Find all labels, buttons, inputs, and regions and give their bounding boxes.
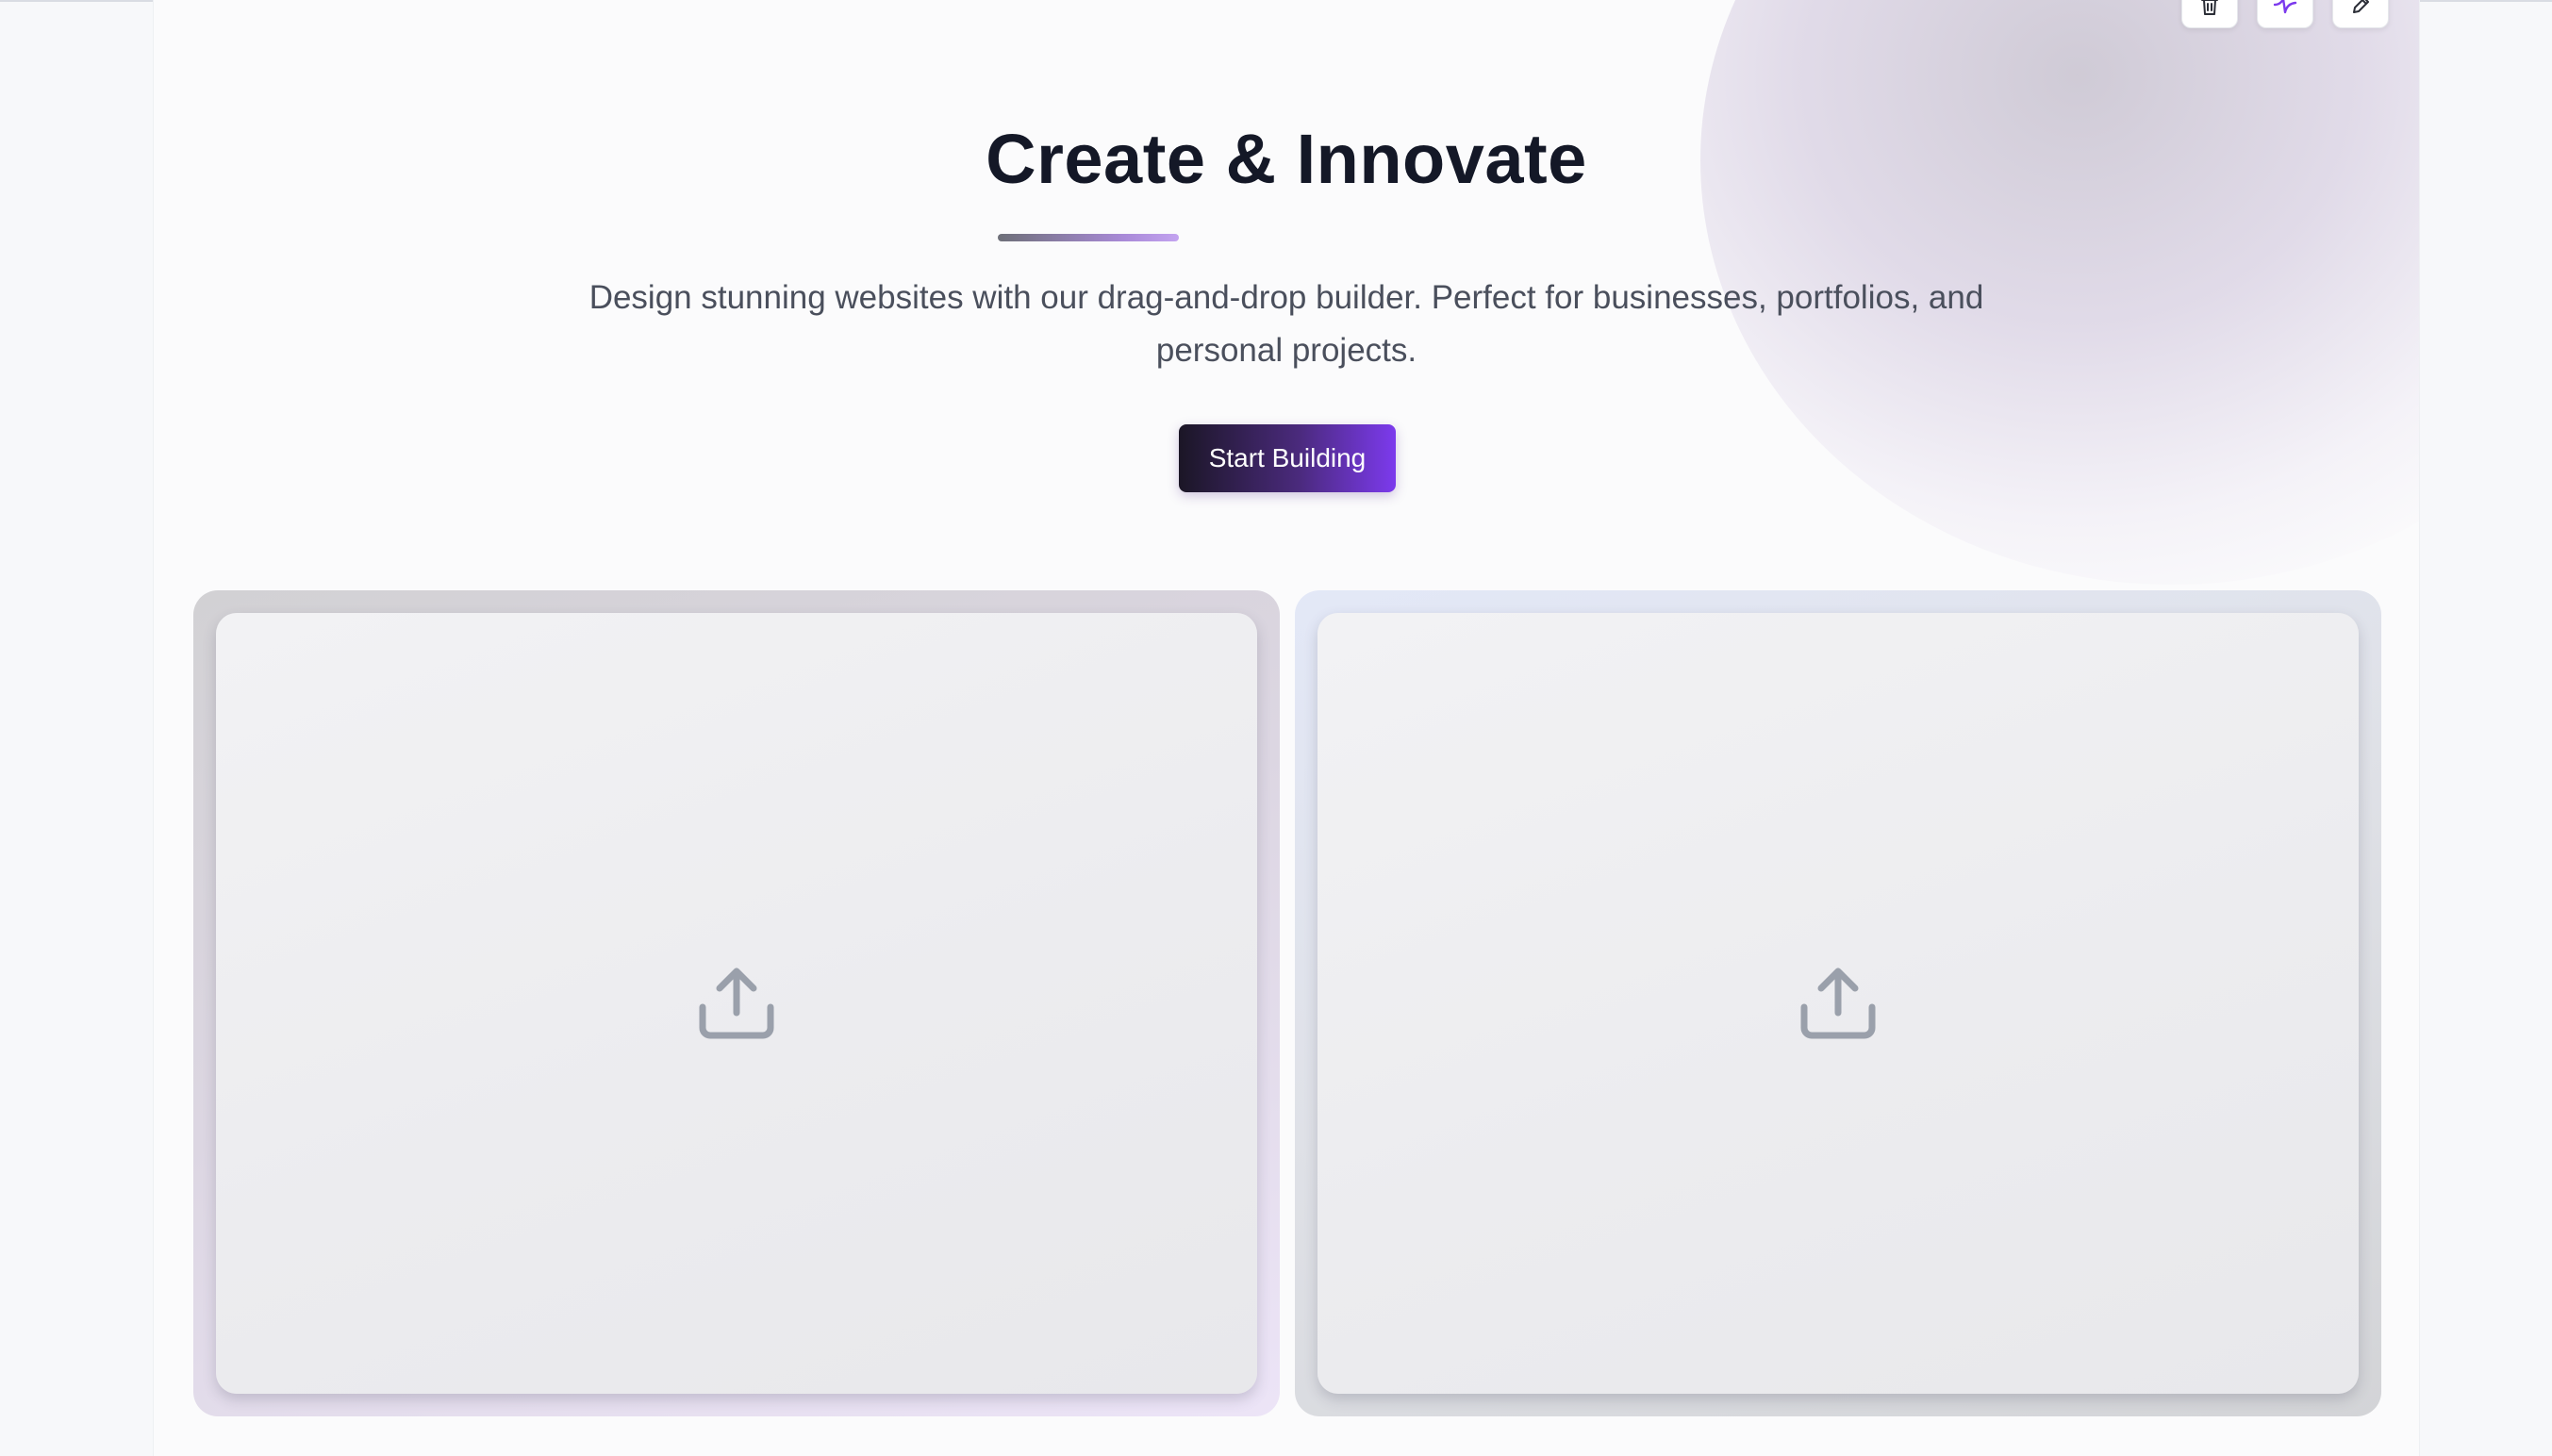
edit-button[interactable] (2332, 0, 2389, 28)
upload-icon (697, 964, 776, 1043)
subtitle-line-1: Design stunning websites with our drag-a… (588, 279, 1984, 316)
builder-canvas: Create & Innovate Design stunning websit… (153, 0, 2420, 1456)
page: Create & Innovate Design stunning websit… (0, 0, 2552, 1456)
trash-icon (2199, 0, 2220, 16)
image-card-right (1295, 590, 2381, 1416)
image-upload-zone-left[interactable] (216, 613, 1257, 1394)
delete-button[interactable] (2181, 0, 2238, 28)
image-card-left (193, 590, 1280, 1416)
pencil-icon (2350, 0, 2371, 16)
upload-icon (1798, 964, 1878, 1043)
ai-enhance-button[interactable] (2257, 0, 2313, 28)
sparkle-icon (2273, 0, 2297, 16)
subtitle-line-2: personal projects. (1155, 332, 1417, 369)
start-building-button[interactable]: Start Building (1179, 424, 1396, 492)
hero-title: Create & Innovate (986, 120, 1587, 198)
image-upload-zone-right[interactable] (1317, 613, 2359, 1394)
hero-subtitle: Design stunning websites with our drag-a… (550, 272, 2023, 377)
title-underline (998, 234, 1179, 241)
section-toolbar (2181, 0, 2389, 28)
